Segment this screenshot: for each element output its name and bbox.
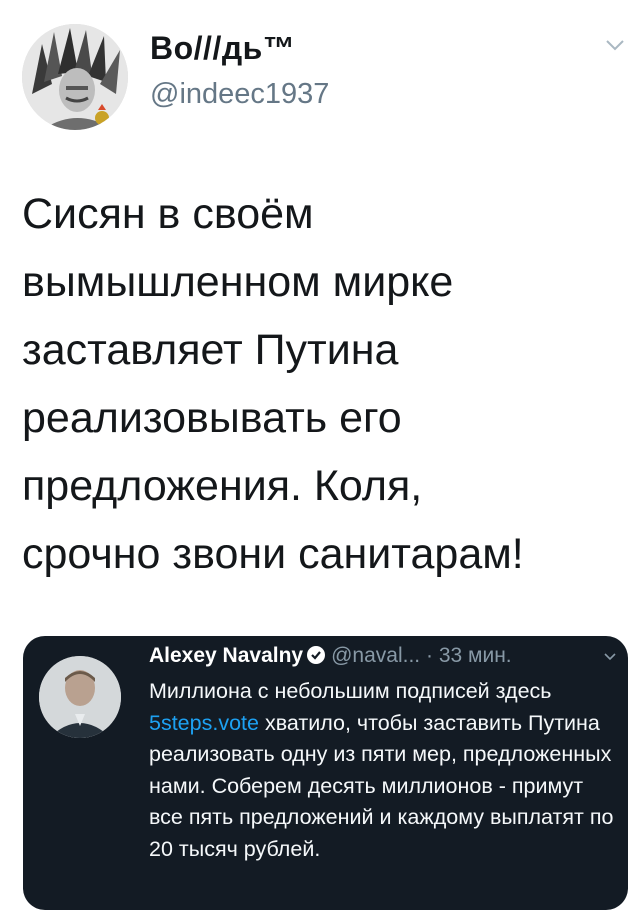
chevron-down-icon[interactable] bbox=[604, 34, 626, 56]
quoted-chevron-down-icon bbox=[604, 653, 616, 661]
verified-badge-icon bbox=[307, 646, 326, 664]
author-handle[interactable]: @indeec1937 bbox=[150, 78, 329, 111]
quoted-link: 5steps.vote bbox=[149, 710, 259, 735]
quoted-author-name: Alexey Navalny bbox=[149, 644, 304, 667]
quoted-tweet-text: Миллиона с небольшим подписей здесь 5ste… bbox=[149, 676, 619, 865]
quoted-avatar-image bbox=[39, 656, 121, 738]
quoted-text-before-link: Миллиона с небольшим подписей здесь bbox=[149, 679, 552, 703]
tweet-card: Во///дь™ @indeec1937 Сисян в своём вымыш… bbox=[0, 0, 644, 919]
avatar-image bbox=[22, 24, 128, 130]
author-avatar[interactable] bbox=[22, 24, 128, 130]
quoted-tweet-screenshot: Alexey Navalny @naval... · 33 мин. Миллио… bbox=[23, 636, 628, 910]
tweet-text: Сисян в своём вымышленном мирке заставля… bbox=[22, 190, 524, 578]
quoted-author-handle: @naval... bbox=[331, 644, 421, 667]
quoted-timestamp: 33 мин. bbox=[438, 644, 512, 667]
quoted-tweet-header: Alexey Navalny @naval... · 33 мин. bbox=[149, 644, 512, 668]
quoted-author-avatar bbox=[39, 656, 121, 738]
quoted-separator: · bbox=[425, 644, 433, 667]
author-display-name[interactable]: Во///дь™ bbox=[150, 30, 295, 67]
